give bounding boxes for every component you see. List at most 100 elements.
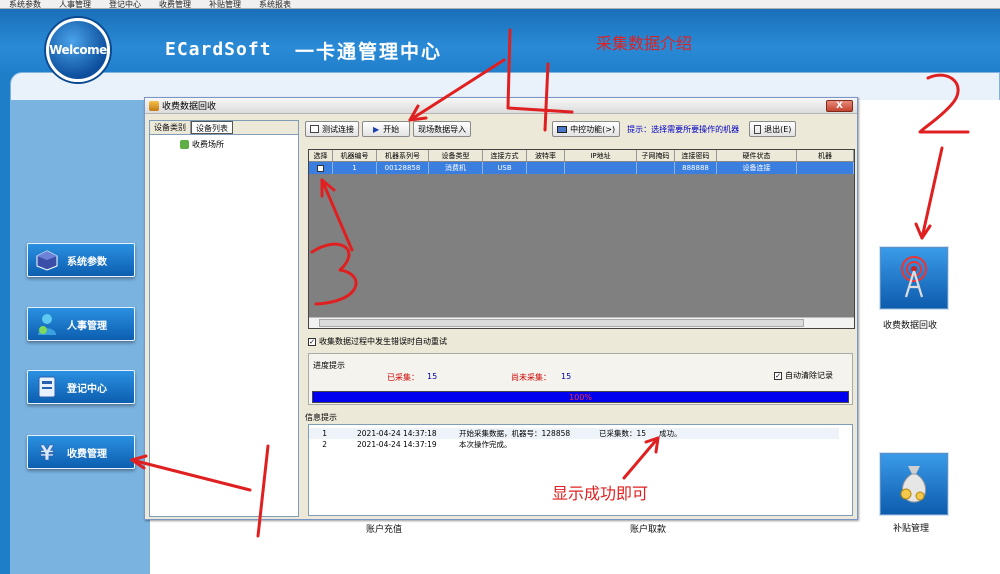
nav-label: 登记中心 <box>67 383 107 395</box>
antenna-tower-icon <box>892 255 936 302</box>
col-header[interactable]: 机器 <box>797 150 854 161</box>
svg-text:¥: ¥ <box>40 441 54 464</box>
table-cell: 888888 <box>675 162 717 174</box>
exit-button[interactable]: 退出(E) <box>749 121 797 137</box>
table-row[interactable]: 1 00128858 消费机 USB 888888 设备连接 <box>309 162 854 174</box>
col-header[interactable]: 连接密码 <box>675 150 717 161</box>
auto-clear-option[interactable]: ✓ 自动清除记录 <box>774 370 833 381</box>
remaining-label: 尚未采集： <box>511 373 551 382</box>
nav-label: 人事管理 <box>67 320 107 332</box>
collected-label: 已采集： <box>387 373 419 382</box>
col-header[interactable]: 子网掩码 <box>637 150 675 161</box>
person-icon <box>33 311 61 337</box>
folder-icon <box>180 140 189 149</box>
log-message: 开始采集数据，机器号：128858 <box>459 429 571 438</box>
scrollbar-thumb[interactable] <box>319 319 804 327</box>
extra-function-button[interactable]: 中控功能(>) <box>552 121 621 137</box>
nav-system-params-button[interactable]: 系统参数 <box>27 243 135 277</box>
extra-function-label: 中控功能(>) <box>570 124 616 134</box>
log-row[interactable]: 2 2021-04-24 14:37:19 本次操作完成。 <box>309 439 589 450</box>
cube-icon <box>33 247 61 273</box>
col-header[interactable]: 机器系列号 <box>377 150 429 161</box>
table-cell: 00128858 <box>377 162 429 174</box>
data-collection-dialog: 收费数据回收 X 设备类别 设备列表 收费场所 测试连接 ▶ 开始 现场数据导入… <box>144 97 858 520</box>
yen-icon: ¥ <box>33 439 61 465</box>
col-header[interactable]: 选择 <box>309 150 333 161</box>
device-tree: 设备类别 设备列表 收费场所 <box>149 120 299 517</box>
col-header[interactable]: 连接方式 <box>483 150 527 161</box>
start-button[interactable]: ▶ 开始 <box>362 121 411 137</box>
nav-billing-button[interactable]: ¥ 收费管理 <box>27 435 135 469</box>
subsidy-button[interactable] <box>880 453 948 515</box>
menu-item[interactable]: 系统参数 <box>0 0 50 8</box>
subsidy-label: 补贴管理 <box>893 524 930 534</box>
menu-item[interactable]: 收费管理 <box>150 0 200 8</box>
test-connection-label: 测试连接 <box>322 124 354 134</box>
dialog-title-bar: 收费数据回收 X <box>145 98 857 114</box>
menu-bar: 系统参数 人事管理 登记中心 收费管理 补贴管理 系统报表 <box>0 0 1000 9</box>
log-row[interactable]: 1 2021-04-24 14:37:18 开始采集数据，机器号：128858 … <box>309 428 839 439</box>
row-select-cell[interactable] <box>309 162 333 174</box>
welcome-badge: Welcome <box>46 18 110 82</box>
log-time: 2021-04-24 14:37:19 <box>357 440 437 449</box>
nav-label: 系统参数 <box>67 256 107 268</box>
collected-count: 15 <box>427 372 438 381</box>
table-cell: 1 <box>333 162 377 174</box>
log-message: 本次操作完成。 <box>459 440 512 449</box>
annotation-title: 采集数据介绍 <box>596 34 693 53</box>
device-grid: 选择 机器编号 机器系列号 设备类型 连接方式 波特率 IP地址 子网掩码 连接… <box>308 149 855 329</box>
app-header: ECardSoft 一卡通管理中心 <box>0 9 1000 72</box>
table-cell: 设备连接 <box>717 162 797 174</box>
data-collection-button[interactable] <box>880 247 948 309</box>
close-icon[interactable]: X <box>826 100 853 112</box>
table-cell: USB <box>483 162 527 174</box>
menu-item[interactable]: 登记中心 <box>100 0 150 8</box>
test-connection-button[interactable]: 测试连接 <box>305 121 359 137</box>
progress-percent: 100% <box>569 393 592 402</box>
play-icon: ▶ <box>373 124 380 134</box>
exit-icon <box>754 124 762 134</box>
test-icon <box>310 125 319 133</box>
progress-bar: 100% <box>312 391 849 403</box>
progress-panel: 进度提示 已采集： 15 尚未采集： 15 ✓ 自动清除记录 100% <box>308 353 853 405</box>
grid-header: 选择 机器编号 机器系列号 设备类型 连接方式 波特率 IP地址 子网掩码 连接… <box>309 150 854 162</box>
auto-retry-checkbox[interactable]: ✓ <box>308 337 316 346</box>
import-button[interactable]: 现场数据导入 <box>413 121 472 137</box>
table-cell <box>797 162 854 174</box>
col-header[interactable]: 硬件状态 <box>717 150 797 161</box>
col-header[interactable]: 机器编号 <box>333 150 377 161</box>
menu-item[interactable]: 系统报表 <box>250 0 300 8</box>
table-cell <box>637 162 675 174</box>
app-title: 一卡通管理中心 <box>295 41 443 63</box>
col-header[interactable]: 设备类型 <box>429 150 483 161</box>
account-recharge-label[interactable]: 账户充值 <box>366 522 402 535</box>
account-withdraw-label[interactable]: 账户取款 <box>630 522 666 535</box>
tree-node-site[interactable]: 收费场所 <box>180 139 298 150</box>
nav-registration-button[interactable]: 登记中心 <box>27 370 135 404</box>
auto-retry-option[interactable]: ✓ 收集数据过程中发生错误时自动重试 <box>308 336 447 347</box>
auto-retry-label: 收集数据过程中发生错误时自动重试 <box>319 337 447 346</box>
nav-hr-button[interactable]: 人事管理 <box>27 307 135 341</box>
menu-item[interactable]: 人事管理 <box>50 0 100 8</box>
exit-label: 退出(E) <box>764 124 792 134</box>
data-collection-label: 收费数据回收 <box>883 321 938 331</box>
log-status: 成功。 <box>659 429 682 438</box>
tab-device-list[interactable]: 设备列表 <box>191 121 233 134</box>
money-bag-icon <box>894 460 934 509</box>
auto-clear-checkbox[interactable]: ✓ <box>774 371 782 380</box>
menu-item[interactable]: 补贴管理 <box>200 0 250 8</box>
col-header[interactable]: IP地址 <box>565 150 637 161</box>
progress-title: 进度提示 <box>313 361 345 370</box>
col-header[interactable]: 波特率 <box>527 150 565 161</box>
toolbar-hint: 提示：选择需要所要操作的机器 <box>627 124 740 134</box>
remaining-count: 15 <box>561 372 572 381</box>
table-cell <box>527 162 565 174</box>
tab-device-category[interactable]: 设备类别 <box>150 121 191 134</box>
monitor-icon <box>557 125 568 133</box>
log-index: 2 <box>322 440 327 449</box>
nav-label: 收费管理 <box>67 448 107 460</box>
info-title: 信息提示 <box>305 413 337 422</box>
horizontal-scrollbar[interactable] <box>309 317 854 328</box>
log-index: 1 <box>322 429 327 438</box>
row-checkbox[interactable] <box>317 164 324 172</box>
